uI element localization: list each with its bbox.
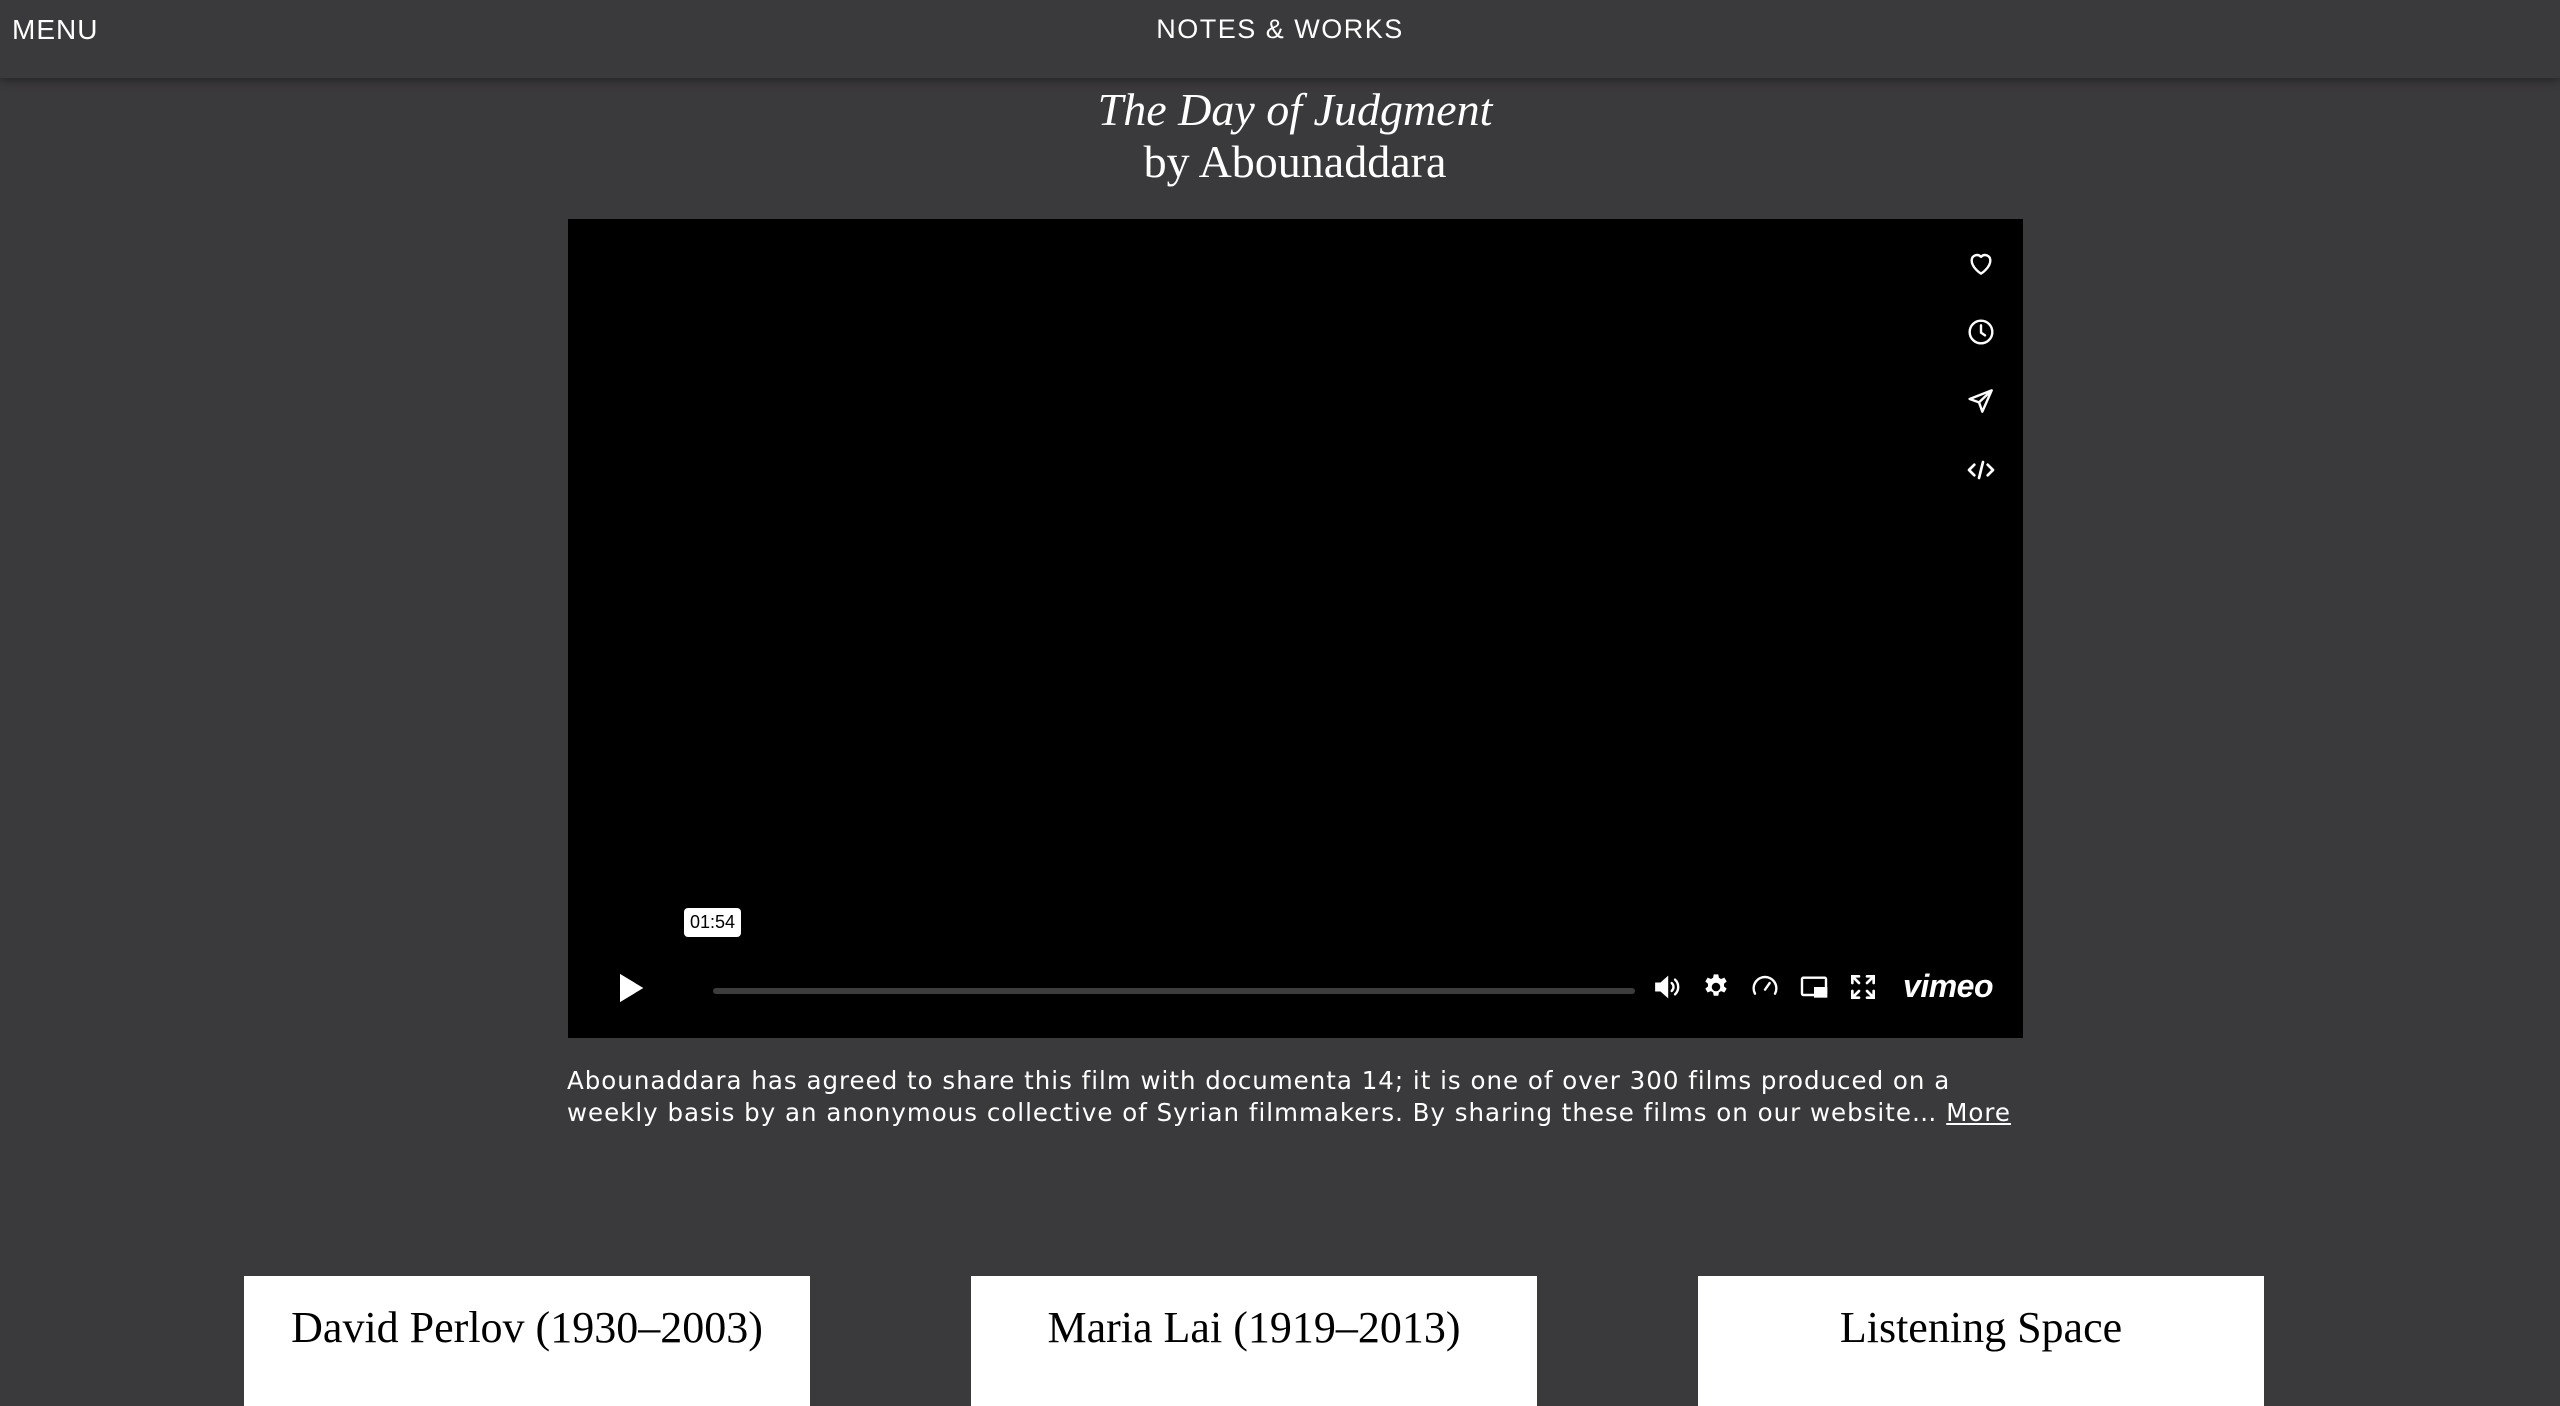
speed-icon[interactable]: [1748, 970, 1782, 1004]
fullscreen-icon[interactable]: [1846, 970, 1880, 1004]
control-icons: vimeo: [1650, 968, 1993, 1005]
description-text: Abounaddara has agreed to share this fil…: [567, 1066, 1951, 1127]
progress-bar[interactable]: [713, 988, 1635, 994]
work-title: The Day of Judgment: [1097, 84, 1493, 135]
vimeo-logo[interactable]: vimeo: [1903, 968, 1993, 1005]
heart-icon[interactable]: [1959, 241, 2003, 285]
more-link[interactable]: More: [1946, 1098, 2011, 1127]
related-card[interactable]: Listening Space: [1698, 1276, 2264, 1406]
related-card[interactable]: David Perlov (1930–2003): [244, 1276, 810, 1406]
related-card[interactable]: Maria Lai (1919–2013): [971, 1276, 1537, 1406]
film-description: Abounaddara has agreed to share this fil…: [567, 1065, 2027, 1129]
embed-icon[interactable]: [1959, 448, 2003, 492]
card-title: Maria Lai (1919–2013): [1047, 1303, 1461, 1352]
site-title[interactable]: NOTES & WORKS: [0, 14, 2560, 45]
clock-icon[interactable]: [1959, 310, 2003, 354]
pip-icon[interactable]: [1797, 970, 1831, 1004]
settings-icon[interactable]: [1699, 970, 1733, 1004]
send-icon[interactable]: [1959, 379, 2003, 423]
top-bar: MENU NOTES & WORKS: [0, 0, 2560, 78]
play-button[interactable]: [610, 968, 650, 1008]
card-title: Listening Space: [1839, 1303, 2123, 1352]
play-icon: [620, 973, 644, 1003]
video-player[interactable]: 01:54 vimeo: [568, 219, 2023, 1038]
time-tooltip: 01:54: [684, 908, 742, 937]
player-controls: 01:54 vimeo: [568, 908, 2023, 1038]
card-title: David Perlov (1930–2003): [291, 1303, 763, 1352]
work-author: by Abounaddara: [1143, 136, 1447, 187]
page-title: The Day of Judgment by Abounaddara: [0, 84, 2560, 188]
volume-icon[interactable]: [1650, 970, 1684, 1004]
player-side-actions: [1959, 241, 2003, 492]
